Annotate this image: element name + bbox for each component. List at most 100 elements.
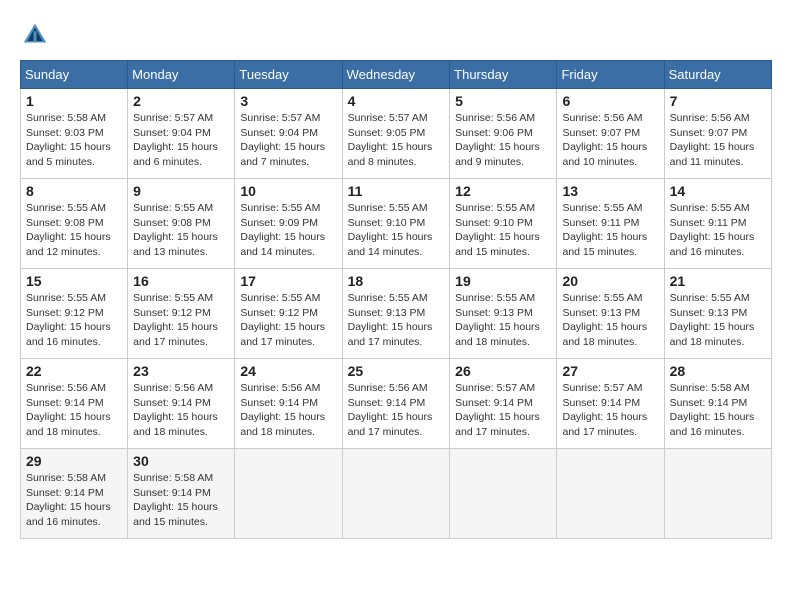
day-number: 29 xyxy=(26,453,122,469)
day-number: 5 xyxy=(455,93,551,109)
page-header xyxy=(20,20,772,50)
calendar-cell: 27 Sunrise: 5:57 AM Sunset: 9:14 PM Dayli… xyxy=(557,359,664,449)
day-number: 24 xyxy=(240,363,336,379)
day-number: 1 xyxy=(26,93,122,109)
calendar-cell: 26 Sunrise: 5:57 AM Sunset: 9:14 PM Dayli… xyxy=(450,359,557,449)
calendar-week-2: 8 Sunrise: 5:55 AM Sunset: 9:08 PM Daylig… xyxy=(21,179,772,269)
day-info: Sunrise: 5:57 AM Sunset: 9:14 PM Dayligh… xyxy=(455,381,551,440)
day-info: Sunrise: 5:56 AM Sunset: 9:14 PM Dayligh… xyxy=(133,381,229,440)
day-number: 22 xyxy=(26,363,122,379)
calendar-cell: 20Sunrise: 5:55 AM Sunset: 9:13 PM Dayli… xyxy=(557,269,664,359)
calendar-header-row: SundayMondayTuesdayWednesdayThursdayFrid… xyxy=(21,61,772,89)
day-header-friday: Friday xyxy=(557,61,664,89)
day-info: Sunrise: 5:58 AM Sunset: 9:14 PM Dayligh… xyxy=(26,471,122,530)
day-info: Sunrise: 5:58 AM Sunset: 9:14 PM Dayligh… xyxy=(670,381,766,440)
calendar-cell: 21 Sunrise: 5:55 AM Sunset: 9:13 PM Dayli… xyxy=(664,269,771,359)
day-info: Sunrise: 5:57 AM Sunset: 9:04 PM Dayligh… xyxy=(240,111,336,170)
calendar-cell: 19 Sunrise: 5:55 AM Sunset: 9:13 PM Dayli… xyxy=(450,269,557,359)
day-info: Sunrise: 5:56 AM Sunset: 9:14 PM Dayligh… xyxy=(26,381,122,440)
calendar-cell: 10 Sunrise: 5:55 AM Sunset: 9:09 PM Dayli… xyxy=(235,179,342,269)
calendar-cell: 28 Sunrise: 5:58 AM Sunset: 9:14 PM Dayli… xyxy=(664,359,771,449)
day-header-monday: Monday xyxy=(128,61,235,89)
day-number: 12 xyxy=(455,183,551,199)
day-info: Sunrise: 5:56 AM Sunset: 9:14 PM Dayligh… xyxy=(240,381,336,440)
day-info: Sunrise: 5:57 AM Sunset: 9:14 PM Dayligh… xyxy=(562,381,658,440)
calendar-cell: 14 Sunrise: 5:55 AM Sunset: 9:11 PM Dayli… xyxy=(664,179,771,269)
calendar-week-3: 15 Sunrise: 5:55 AM Sunset: 9:12 PM Dayli… xyxy=(21,269,772,359)
day-header-tuesday: Tuesday xyxy=(235,61,342,89)
calendar-cell xyxy=(342,449,450,539)
calendar-cell xyxy=(450,449,557,539)
day-info: Sunrise: 5:55 AM Sunset: 9:11 PM Dayligh… xyxy=(670,201,766,260)
calendar-cell: 8 Sunrise: 5:55 AM Sunset: 9:08 PM Daylig… xyxy=(21,179,128,269)
calendar-cell xyxy=(235,449,342,539)
calendar-cell: 24 Sunrise: 5:56 AM Sunset: 9:14 PM Dayli… xyxy=(235,359,342,449)
calendar-cell: 2 Sunrise: 5:57 AM Sunset: 9:04 PM Daylig… xyxy=(128,89,235,179)
day-info: Sunrise: 5:55 AM Sunset: 9:08 PM Dayligh… xyxy=(133,201,229,260)
calendar-cell: 23 Sunrise: 5:56 AM Sunset: 9:14 PM Dayli… xyxy=(128,359,235,449)
day-number: 11 xyxy=(348,183,445,199)
calendar-cell: 4Sunrise: 5:57 AM Sunset: 9:05 PM Daylig… xyxy=(342,89,450,179)
calendar-cell: 5Sunrise: 5:56 AM Sunset: 9:06 PM Daylig… xyxy=(450,89,557,179)
calendar-cell: 7 Sunrise: 5:56 AM Sunset: 9:07 PM Daylig… xyxy=(664,89,771,179)
calendar-cell: 12 Sunrise: 5:55 AM Sunset: 9:10 PM Dayli… xyxy=(450,179,557,269)
day-info: Sunrise: 5:55 AM Sunset: 9:12 PM Dayligh… xyxy=(26,291,122,350)
day-number: 17 xyxy=(240,273,336,289)
day-info: Sunrise: 5:55 AM Sunset: 9:10 PM Dayligh… xyxy=(348,201,445,260)
day-header-wednesday: Wednesday xyxy=(342,61,450,89)
day-info: Sunrise: 5:56 AM Sunset: 9:07 PM Dayligh… xyxy=(670,111,766,170)
day-info: Sunrise: 5:55 AM Sunset: 9:13 PM Dayligh… xyxy=(455,291,551,350)
calendar-cell xyxy=(557,449,664,539)
calendar-cell: 18 Sunrise: 5:55 AM Sunset: 9:13 PM Dayli… xyxy=(342,269,450,359)
day-number: 13 xyxy=(562,183,658,199)
day-info: Sunrise: 5:55 AM Sunset: 9:12 PM Dayligh… xyxy=(240,291,336,350)
logo-icon xyxy=(20,20,50,50)
calendar-cell: 3 Sunrise: 5:57 AM Sunset: 9:04 PM Daylig… xyxy=(235,89,342,179)
calendar-cell: 16Sunrise: 5:55 AM Sunset: 9:12 PM Dayli… xyxy=(128,269,235,359)
calendar-cell: 22 Sunrise: 5:56 AM Sunset: 9:14 PM Dayli… xyxy=(21,359,128,449)
day-number: 27 xyxy=(562,363,658,379)
day-number: 6 xyxy=(562,93,658,109)
day-number: 21 xyxy=(670,273,766,289)
day-number: 2 xyxy=(133,93,229,109)
day-number: 14 xyxy=(670,183,766,199)
day-number: 30 xyxy=(133,453,229,469)
day-info: Sunrise: 5:55 AM Sunset: 9:13 PM Dayligh… xyxy=(670,291,766,350)
day-number: 8 xyxy=(26,183,122,199)
day-info: Sunrise: 5:55 AM Sunset: 9:13 PM Dayligh… xyxy=(348,291,445,350)
day-info: Sunrise: 5:58 AM Sunset: 9:03 PM Dayligh… xyxy=(26,111,122,170)
day-number: 28 xyxy=(670,363,766,379)
calendar-cell: 25 Sunrise: 5:56 AM Sunset: 9:14 PM Dayli… xyxy=(342,359,450,449)
day-info: Sunrise: 5:57 AM Sunset: 9:04 PM Dayligh… xyxy=(133,111,229,170)
logo xyxy=(20,20,54,50)
day-info: Sunrise: 5:55 AM Sunset: 9:08 PM Dayligh… xyxy=(26,201,122,260)
day-number: 10 xyxy=(240,183,336,199)
day-number: 3 xyxy=(240,93,336,109)
calendar-cell: 30Sunrise: 5:58 AM Sunset: 9:14 PM Dayli… xyxy=(128,449,235,539)
day-header-saturday: Saturday xyxy=(664,61,771,89)
day-number: 7 xyxy=(670,93,766,109)
day-number: 25 xyxy=(348,363,445,379)
calendar-cell: 1 Sunrise: 5:58 AM Sunset: 9:03 PM Daylig… xyxy=(21,89,128,179)
day-number: 18 xyxy=(348,273,445,289)
day-info: Sunrise: 5:55 AM Sunset: 9:10 PM Dayligh… xyxy=(455,201,551,260)
day-number: 20 xyxy=(562,273,658,289)
calendar-week-1: 1 Sunrise: 5:58 AM Sunset: 9:03 PM Daylig… xyxy=(21,89,772,179)
day-header-thursday: Thursday xyxy=(450,61,557,89)
day-info: Sunrise: 5:56 AM Sunset: 9:14 PM Dayligh… xyxy=(348,381,445,440)
day-number: 26 xyxy=(455,363,551,379)
day-number: 23 xyxy=(133,363,229,379)
day-info: Sunrise: 5:55 AM Sunset: 9:09 PM Dayligh… xyxy=(240,201,336,260)
day-info: Sunrise: 5:55 AM Sunset: 9:11 PM Dayligh… xyxy=(562,201,658,260)
day-number: 9 xyxy=(133,183,229,199)
day-number: 15 xyxy=(26,273,122,289)
calendar-week-4: 22 Sunrise: 5:56 AM Sunset: 9:14 PM Dayli… xyxy=(21,359,772,449)
day-header-sunday: Sunday xyxy=(21,61,128,89)
calendar-cell: 13 Sunrise: 5:55 AM Sunset: 9:11 PM Dayli… xyxy=(557,179,664,269)
calendar-cell: 6Sunrise: 5:56 AM Sunset: 9:07 PM Daylig… xyxy=(557,89,664,179)
calendar-cell: 29 Sunrise: 5:58 AM Sunset: 9:14 PM Dayli… xyxy=(21,449,128,539)
day-number: 19 xyxy=(455,273,551,289)
day-info: Sunrise: 5:57 AM Sunset: 9:05 PM Dayligh… xyxy=(348,111,445,170)
calendar-cell: 9 Sunrise: 5:55 AM Sunset: 9:08 PM Daylig… xyxy=(128,179,235,269)
calendar-cell: 11 Sunrise: 5:55 AM Sunset: 9:10 PM Dayli… xyxy=(342,179,450,269)
